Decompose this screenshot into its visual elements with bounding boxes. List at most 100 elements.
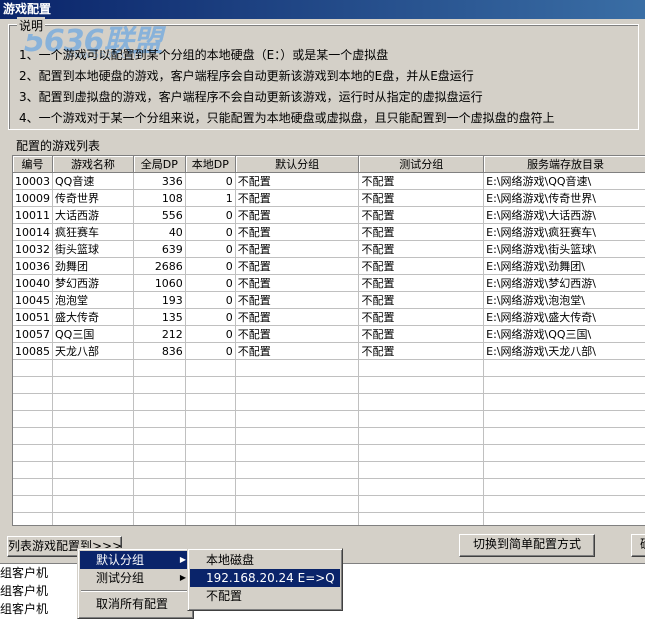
table-row[interactable]: 10003 QQ音速 336 0 不配置 不配置 E:\网络游戏\QQ音速\ (13, 172, 645, 190)
table-cell (13, 427, 53, 445)
table-cell: 泡泡堂 (52, 291, 134, 309)
table-row[interactable]: 10011 大话西游 556 0 不配置 不配置 E:\网络游戏\大话西游\ (13, 206, 645, 224)
table-cell (185, 376, 236, 394)
table-cell: 10014 (13, 223, 53, 241)
table-row-empty (13, 393, 645, 411)
table-cell (13, 495, 53, 513)
table-cell (133, 495, 186, 513)
table-cell (235, 410, 360, 428)
table-cell (185, 393, 236, 411)
table-cell (483, 495, 645, 513)
table-cell (185, 461, 236, 479)
table-cell: E:\网络游戏\梦幻西游\ (483, 274, 645, 292)
note-line-1: 1、一个游戏可以配置到某个分组的本地硬盘（E：）或是某一个虚拟盘 (19, 48, 389, 62)
table-cell (133, 376, 186, 394)
table-cell (13, 478, 53, 496)
table-cell (235, 478, 360, 496)
menu-item-default-group[interactable]: 默认分组 ▶ (80, 551, 191, 569)
table-cell (185, 478, 236, 496)
table-row[interactable]: 10051 盛大传奇 135 0 不配置 不配置 E:\网络游戏\盛大传奇\ (13, 308, 645, 326)
table-cell: 不配置 (235, 257, 360, 275)
table-cell: 639 (133, 240, 186, 258)
table-cell (185, 410, 236, 428)
table-cell: E:\网络游戏\天龙八部\ (483, 342, 645, 360)
table-row[interactable]: 10014 疯狂赛车 40 0 不配置 不配置 E:\网络游戏\疯狂赛车\ (13, 223, 645, 241)
table-row[interactable]: 10032 街头篮球 639 0 不配置 不配置 E:\网络游戏\街头篮球\ (13, 240, 645, 258)
table-row-empty (13, 512, 645, 525)
column-header-default-group[interactable]: 默认分组 (235, 156, 360, 173)
table-cell: E:\网络游戏\街头篮球\ (483, 240, 645, 258)
note-line-3: 3、配置到虚拟盘的游戏，客户端程序不会自动更新该游戏，运行时从指定的虚拟盘运行 (19, 90, 483, 104)
table-cell: 0 (185, 223, 236, 241)
menu-separator (81, 590, 190, 592)
table-cell: 1 (185, 189, 236, 207)
game-list-table[interactable]: 编号 游戏名称 全局DP 本地DP 默认分组 测试分组 服务端存放目录 1000… (12, 155, 645, 526)
table-cell (13, 461, 53, 479)
table-cell: 0 (185, 291, 236, 309)
table-cell (235, 427, 360, 445)
table-cell (52, 376, 134, 394)
table-cell (358, 427, 485, 445)
column-header-name[interactable]: 游戏名称 (52, 156, 134, 173)
column-header-global-dp[interactable]: 全局DP (133, 156, 186, 173)
table-row[interactable]: 10040 梦幻西游 1060 0 不配置 不配置 E:\网络游戏\梦幻西游\ (13, 274, 645, 292)
table-cell: 10085 (13, 342, 53, 360)
switch-mode-button[interactable]: 切换到简单配置方式 (459, 534, 595, 557)
table-row[interactable]: 10045 泡泡堂 193 0 不配置 不配置 E:\网络游戏\泡泡堂\ (13, 291, 645, 309)
table-cell: E:\网络游戏\疯狂赛车\ (483, 223, 645, 241)
table-cell (13, 512, 53, 525)
table-cell: 天龙八部 (52, 342, 134, 360)
submenu-item-virtual-disk[interactable]: 192.168.20.24 E=>Q (190, 569, 340, 587)
table-cell (235, 376, 360, 394)
menu-item-test-group[interactable]: 测试分组 ▶ (80, 569, 191, 587)
table-cell (185, 495, 236, 513)
table-row-empty (13, 410, 645, 428)
column-header-id[interactable]: 编号 (13, 156, 53, 173)
submenu-arrow-icon: ▶ (179, 555, 186, 564)
table-cell (52, 444, 134, 462)
table-row[interactable]: 10057 QQ三国 212 0 不配置 不配置 E:\网络游戏\QQ三国\ (13, 325, 645, 343)
context-menu: 默认分组 ▶ 测试分组 ▶ 取消所有配置 (77, 548, 194, 619)
table-row[interactable]: 10009 传奇世界 108 1 不配置 不配置 E:\网络游戏\传奇世界\ (13, 189, 645, 207)
table-cell (133, 427, 186, 445)
table-cell (235, 512, 360, 525)
column-header-local-dp[interactable]: 本地DP (185, 156, 236, 173)
menu-item-cancel-all[interactable]: 取消所有配置 (80, 595, 191, 613)
table-cell: 不配置 (235, 172, 360, 190)
table-cell (358, 478, 485, 496)
notes-group: 说明 1、一个游戏可以配置到某个分组的本地硬盘（E：）或是某一个虚拟盘 2、配置… (8, 17, 639, 130)
table-cell: 10051 (13, 308, 53, 326)
table-cell (133, 478, 186, 496)
submenu-item-local-disk[interactable]: 本地磁盘 (190, 551, 340, 569)
table-cell (133, 461, 186, 479)
table-cell (185, 512, 236, 525)
table-cell (52, 478, 134, 496)
table-row[interactable]: 10085 天龙八部 836 0 不配置 不配置 E:\网络游戏\天龙八部\ (13, 342, 645, 360)
table-cell (483, 359, 645, 377)
table-cell: 传奇世界 (52, 189, 134, 207)
table-cell (358, 359, 485, 377)
table-cell (133, 512, 186, 525)
table-cell: 10040 (13, 274, 53, 292)
submenu-item-no-config[interactable]: 不配置 (190, 587, 340, 605)
table-row-empty (13, 478, 645, 496)
table-cell: 10036 (13, 257, 53, 275)
table-row[interactable]: 10036 劲舞团 2686 0 不配置 不配置 E:\网络游戏\劲舞团\ (13, 257, 645, 275)
table-cell: 不配置 (235, 240, 360, 258)
column-header-server-dir[interactable]: 服务端存放目录 (483, 156, 645, 173)
table-cell (133, 393, 186, 411)
table-cell: 不配置 (358, 274, 485, 292)
table-cell (358, 393, 485, 411)
table-cell (358, 512, 485, 525)
table-cell: QQ三国 (52, 325, 134, 343)
table-cell (13, 444, 53, 462)
table-cell (13, 410, 53, 428)
column-header-test-group[interactable]: 测试分组 (358, 156, 485, 173)
table-cell: 212 (133, 325, 186, 343)
confirm-button[interactable]: 确 (631, 534, 645, 557)
table-cell (483, 478, 645, 496)
table-cell: E:\网络游戏\泡泡堂\ (483, 291, 645, 309)
table-cell: 0 (185, 274, 236, 292)
note-line-2: 2、配置到本地硬盘的游戏，客户端程序会自动更新该游戏到本地的E盘，并从E盘运行 (19, 69, 474, 83)
table-cell: 10057 (13, 325, 53, 343)
